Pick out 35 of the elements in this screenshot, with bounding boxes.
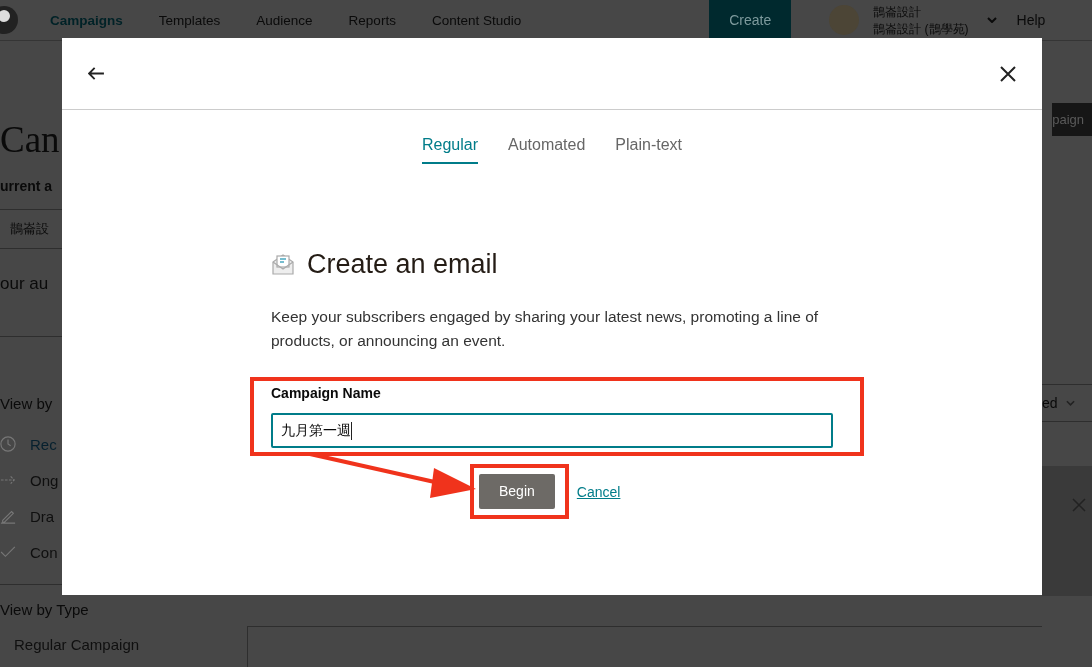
- audience-text: our au: [0, 274, 49, 294]
- dialog-title: Create an email: [307, 248, 498, 280]
- tab[interactable]: Automated: [507, 136, 586, 164]
- nav-tab[interactable]: Content Studio: [431, 12, 522, 28]
- tab[interactable]: Plain-text: [615, 136, 683, 164]
- help-link[interactable]: Help: [1016, 12, 1046, 28]
- status-filter[interactable]: Con: [30, 543, 58, 561]
- campaign-name-field[interactable]: 九月第一週: [271, 413, 833, 448]
- envelope-icon: [271, 252, 295, 276]
- create-button[interactable]: Create: [709, 0, 792, 40]
- check-icon: [0, 546, 16, 558]
- begin-button[interactable]: Begin: [479, 474, 555, 509]
- pencil-icon: [0, 508, 16, 524]
- nav-tab[interactable]: Reports: [348, 12, 396, 28]
- audience-label: urrent a: [0, 178, 53, 194]
- tab[interactable]: Regular: [421, 136, 478, 164]
- clock-icon: [0, 436, 16, 452]
- section-heading: View by: [0, 395, 53, 412]
- create-campaign-button[interactable]: paign: [1052, 103, 1092, 136]
- back-arrow-icon[interactable]: [88, 67, 105, 80]
- status-filter[interactable]: Dra: [30, 507, 55, 525]
- field-label: Campaign Name: [271, 385, 381, 401]
- close-icon[interactable]: [1000, 65, 1016, 82]
- arrow-right-icon: [0, 475, 16, 485]
- cancel-link[interactable]: Cancel: [576, 483, 621, 500]
- nav-tab[interactable]: Campaigns: [50, 12, 123, 28]
- nav-tab[interactable]: Templates: [158, 12, 221, 28]
- status-filter[interactable]: Rec: [30, 435, 57, 453]
- description-text: Keep your subscribers engaged by sharing your latest news, promoting a line of products, or announcing an event.: [271, 307, 820, 351]
- type-filter[interactable]: Regular Campaign: [14, 635, 140, 653]
- status-filter[interactable]: Ong: [30, 471, 59, 489]
- chevron-down-icon: [1065, 400, 1075, 406]
- section-heading: View by Type: [0, 601, 89, 618]
- page-title: Can: [0, 118, 60, 162]
- nav-tab[interactable]: Audience: [256, 12, 313, 28]
